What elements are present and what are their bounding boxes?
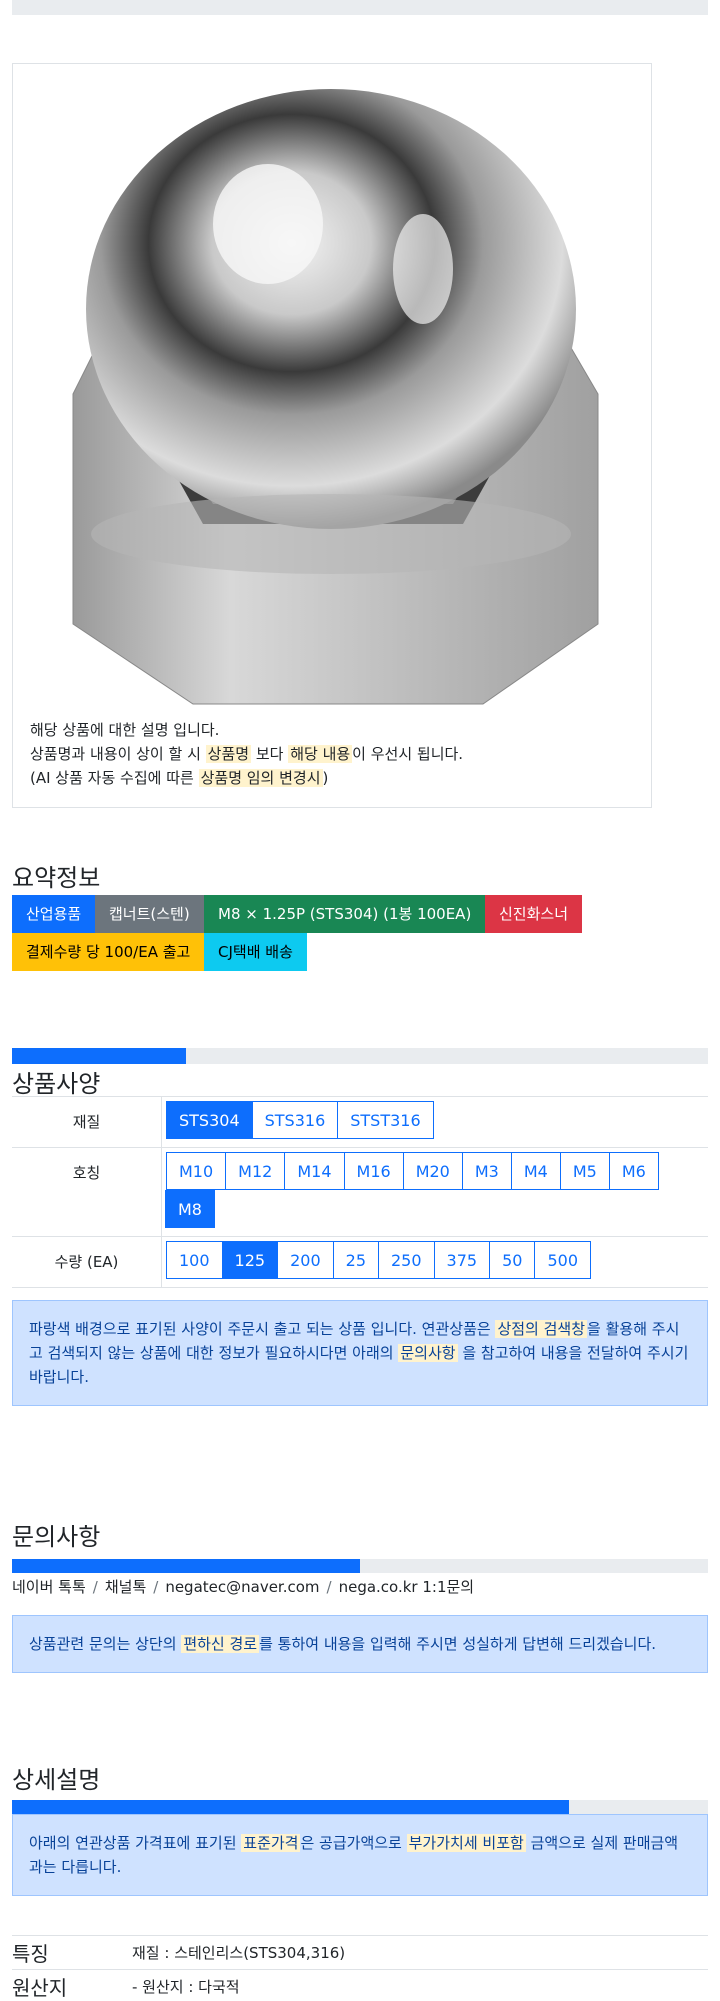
spec-option-button[interactable]: 500 bbox=[534, 1241, 591, 1279]
inquiry-link[interactable]: 네이버 톡톡 bbox=[12, 1578, 86, 1596]
spec-option-button[interactable]: 125 bbox=[221, 1241, 279, 1279]
detail-progress bbox=[12, 1800, 708, 1814]
spec-progress bbox=[12, 1048, 708, 1064]
detail-notice: 아래의 연관상품 가격표에 표기된 표준가격 은 공급가액으로 부가가치세 비포함… bbox=[12, 1814, 708, 1896]
detail-heading: 상세설명 bbox=[12, 1766, 101, 1794]
text-segment: 를 통하여 내용을 입력해 주시면 성실하게 답변해 드리겠습니다. bbox=[259, 1635, 657, 1653]
cap-nut-image bbox=[72, 89, 599, 705]
text-segment: 은 공급가액으로 bbox=[300, 1834, 407, 1852]
description-line-3: (AI 상품 자동 수집에 따른 상품명 임의 변경시) bbox=[30, 766, 463, 790]
highlight-text: 상품명 bbox=[205, 745, 252, 763]
spec-row: 호칭 M10 M12 M14 M16 M20 M3 M4 M5 M6 M8 bbox=[12, 1148, 708, 1237]
summary-badge: 신진화스너 bbox=[485, 895, 583, 933]
text-segment: 상품명과 내용이 상이 할 시 bbox=[30, 745, 206, 763]
text-segment: 이 우선시 됩니다. bbox=[352, 745, 464, 763]
spec-option-button[interactable]: 50 bbox=[489, 1241, 536, 1279]
spec-option-button[interactable]: 250 bbox=[378, 1241, 435, 1279]
feature-key: 원산지 bbox=[12, 1976, 68, 2000]
feature-value: 재질 : 스테인리스(STS304,316) bbox=[132, 1944, 346, 1962]
spec-progress-fill bbox=[12, 1048, 186, 1064]
highlight-text: 상품명 임의 변경시 bbox=[198, 769, 323, 787]
spec-table: 재질 STS304 STS316 STST316 호칭 M10 M12 M14 M16 M20 M3… bbox=[12, 1096, 708, 1288]
summary-badge: 결제수량 당 100/EA 출고 bbox=[12, 933, 205, 971]
spec-option-button[interactable]: 375 bbox=[433, 1241, 491, 1279]
inquiry-notice: 상품관련 문의는 상단의 편하신 경로 를 통하여 내용을 입력해 주시면 성실하… bbox=[12, 1615, 708, 1673]
spec-option-button[interactable]: M20 bbox=[402, 1152, 463, 1190]
spec-options: STS304 STS316 STST316 bbox=[162, 1097, 708, 1147]
spec-option-button[interactable]: M8 bbox=[165, 1190, 215, 1228]
spec-options: 100 125 200 25 250 375 50 500 bbox=[162, 1237, 708, 1287]
text-segment: 상품관련 문의는 상단의 bbox=[29, 1635, 182, 1653]
highlight-text: 해당 내용 bbox=[288, 745, 353, 763]
text-segment: 보다 bbox=[251, 745, 289, 763]
product-image-card: 해당 상품에 대한 설명 입니다. 상품명과 내용이 상이 할 시 상품명 보다… bbox=[12, 63, 652, 808]
highlight-text: 문의사항 bbox=[398, 1344, 458, 1362]
inquiry-links: 네이버 톡톡 / 채널톡 / negatec@naver.com / nega.co.kr … bbox=[12, 1576, 474, 1597]
inquiry-link[interactable]: 채널톡 bbox=[105, 1578, 146, 1596]
inquiry-progress bbox=[12, 1559, 708, 1573]
text-segment: 아래의 연관상품 가격표에 표기된 bbox=[29, 1834, 242, 1852]
feature-row: 원산지 - 원산지 : 다국적 bbox=[12, 1969, 708, 2000]
spec-option-button[interactable]: M16 bbox=[343, 1152, 404, 1190]
link-separator: / bbox=[153, 1578, 159, 1596]
spec-notice: 파랑색 배경으로 표기된 사양이 주문시 출고 되는 상품 입니다. 연관상품은… bbox=[12, 1300, 708, 1406]
spec-row: 재질 STS304 STS316 STST316 bbox=[12, 1097, 708, 1148]
spec-option-button[interactable]: 25 bbox=[332, 1241, 379, 1279]
inquiry-heading: 문의사항 bbox=[12, 1523, 101, 1551]
summary-badge: M8 × 1.25P (STS304) (1봉 100EA) bbox=[204, 895, 486, 933]
spec-label: 호칭 bbox=[12, 1148, 162, 1236]
spec-label: 재질 bbox=[12, 1097, 162, 1147]
spec-option-button[interactable]: STS316 bbox=[251, 1101, 339, 1139]
link-separator: / bbox=[92, 1578, 98, 1596]
text-segment: (AI 상품 자동 수집에 따른 bbox=[30, 769, 199, 787]
product-description: 해당 상품에 대한 설명 입니다. 상품명과 내용이 상이 할 시 상품명 보다… bbox=[30, 718, 463, 790]
spec-option-button[interactable]: M5 bbox=[559, 1152, 610, 1190]
inquiry-link[interactable]: nega.co.kr 1:1문의 bbox=[339, 1578, 475, 1596]
highlight-text: 상점의 검색창 bbox=[495, 1320, 588, 1338]
link-separator: / bbox=[326, 1578, 332, 1596]
summary-heading: 요약정보 bbox=[12, 864, 101, 892]
text-segment: 파랑색 배경으로 표기된 사양이 주문시 출고 되는 상품 입니다. 연관상품은 bbox=[29, 1320, 496, 1338]
spec-option-button[interactable]: M10 bbox=[166, 1152, 227, 1190]
spec-heading: 상품사양 bbox=[12, 1070, 101, 1098]
spec-options: M10 M12 M14 M16 M20 M3 M4 M5 M6 M8 bbox=[162, 1148, 672, 1236]
highlight-text: 표준가격 bbox=[241, 1834, 301, 1852]
spec-option-button[interactable]: M14 bbox=[284, 1152, 345, 1190]
top-bar bbox=[12, 0, 708, 15]
summary-badge: 캡너트(스텐) bbox=[95, 895, 204, 933]
text-segment: ) bbox=[322, 769, 329, 787]
feature-row: 특징 재질 : 스테인리스(STS304,316) bbox=[12, 1935, 708, 1966]
summary-badge: CJ택배 배송 bbox=[204, 933, 307, 971]
spec-option-button[interactable]: M6 bbox=[608, 1152, 659, 1190]
description-line-1: 해당 상품에 대한 설명 입니다. bbox=[30, 721, 220, 739]
spec-option-button[interactable]: M4 bbox=[510, 1152, 561, 1190]
detail-progress-fill bbox=[12, 1800, 569, 1814]
spec-row: 수량 (EA) 100 125 200 25 250 375 50 500 bbox=[12, 1237, 708, 1288]
inquiry-link[interactable]: negatec@naver.com bbox=[165, 1578, 319, 1596]
feature-key: 특징 bbox=[12, 1942, 49, 1966]
summary-badge: 산업용품 bbox=[12, 895, 96, 933]
spec-option-button[interactable]: STS304 bbox=[166, 1101, 253, 1139]
description-line-2: 상품명과 내용이 상이 할 시 상품명 보다 해당 내용 이 우선시 됩니다. bbox=[30, 742, 463, 766]
spec-option-button[interactable]: M12 bbox=[225, 1152, 286, 1190]
spec-option-button[interactable]: 200 bbox=[277, 1241, 334, 1279]
spec-label: 수량 (EA) bbox=[12, 1237, 162, 1287]
spec-option-button[interactable]: 100 bbox=[166, 1241, 223, 1279]
spec-option-button[interactable]: STST316 bbox=[337, 1101, 434, 1139]
highlight-text: 편하신 경로 bbox=[181, 1635, 260, 1653]
inquiry-progress-fill bbox=[12, 1559, 360, 1573]
highlight-text: 부가가치세 비포함 bbox=[406, 1834, 526, 1852]
spec-option-button[interactable]: M3 bbox=[461, 1152, 512, 1190]
